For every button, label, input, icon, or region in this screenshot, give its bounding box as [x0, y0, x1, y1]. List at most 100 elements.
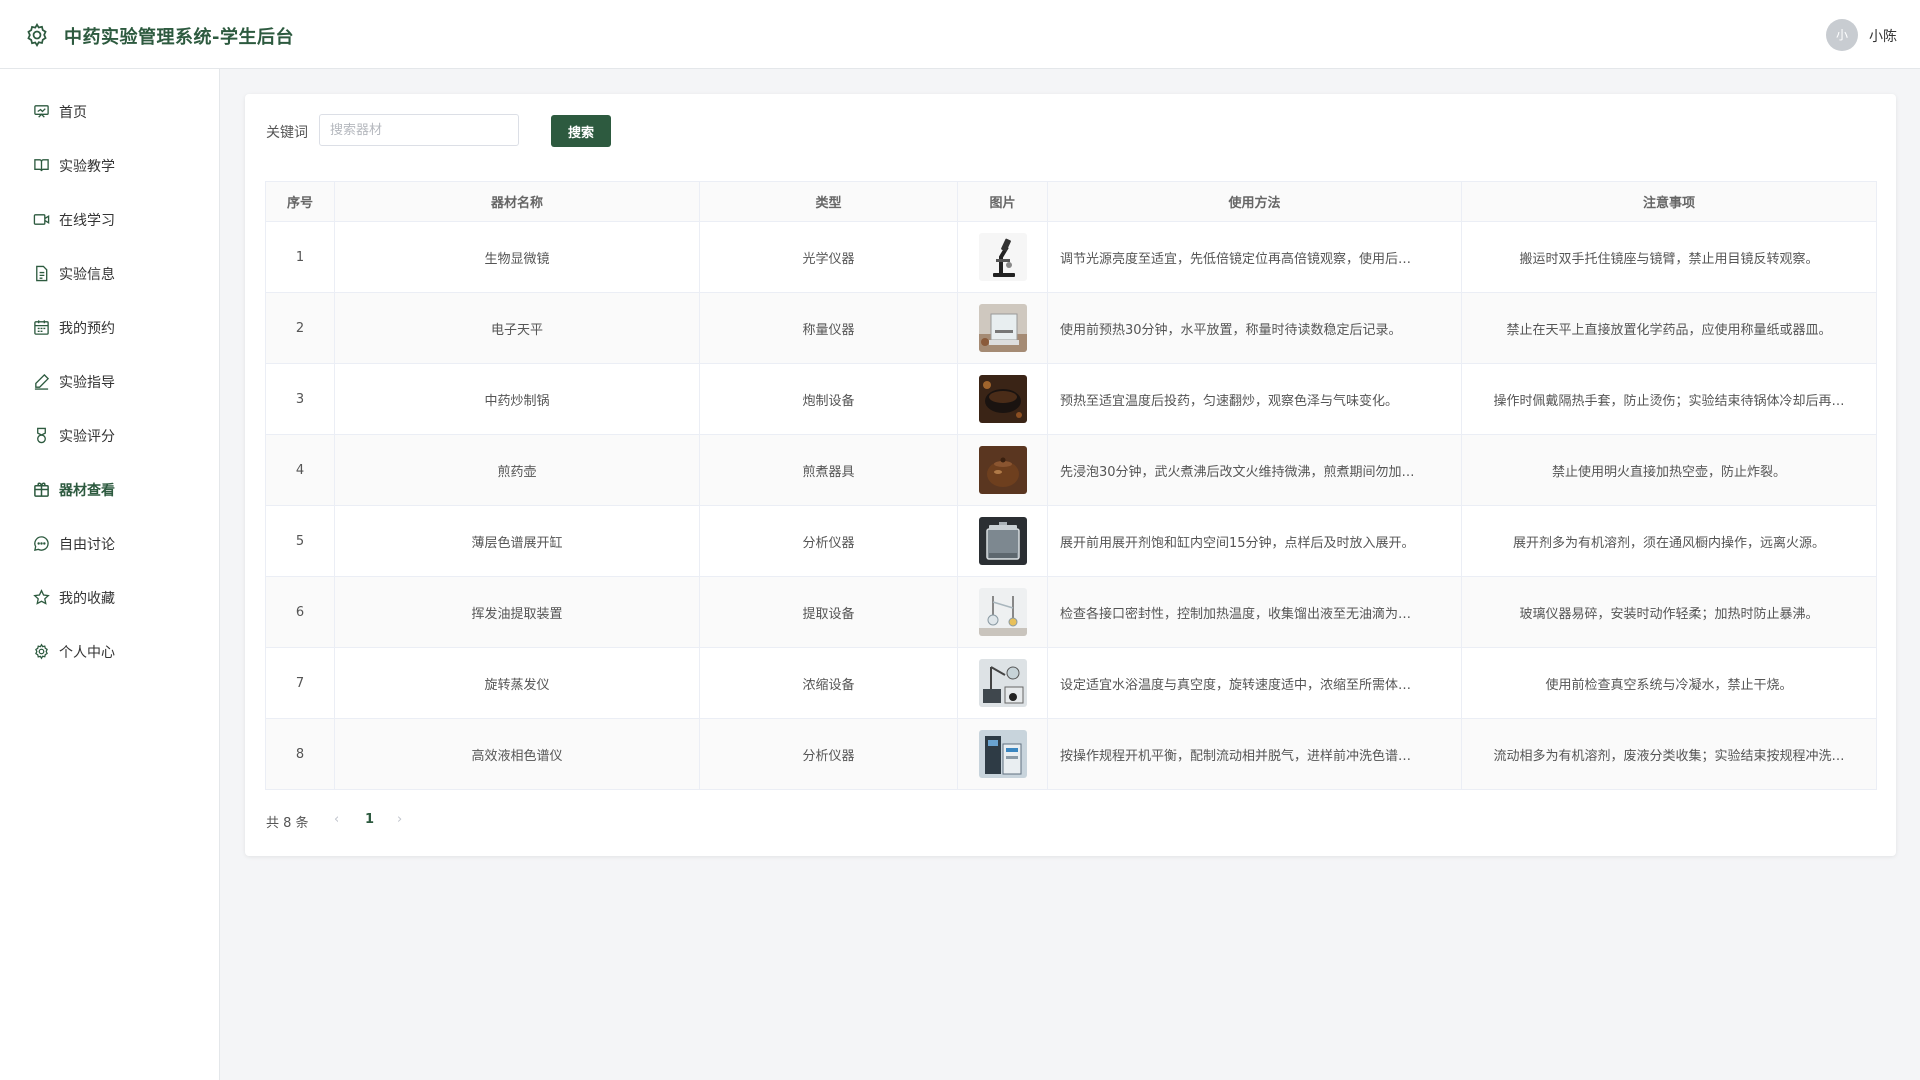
sidebar-item-label: 个人中心	[59, 645, 115, 661]
equipment-name: 挥发油提取装置	[334, 576, 700, 648]
star-icon	[33, 589, 50, 606]
image-cell	[957, 292, 1048, 364]
row-number: 4	[265, 434, 335, 506]
precautions: 禁止使用明火直接加热空壶，防止炸裂。	[1461, 434, 1877, 506]
column-header-type: 类型	[699, 181, 958, 222]
table-row[interactable]: 6 挥发油提取装置 提取设备 检查各接口密封性，控制加热温度，收集馏出液至无油滴…	[265, 576, 1877, 648]
table-row[interactable]: 4 煎药壶 煎煮器具 先浸泡30分钟，武火煮沸后改文火维持微沸，煎煮期间勿加… …	[265, 434, 1877, 506]
column-header-name: 器材名称	[334, 181, 700, 222]
equipment-type: 分析仪器	[699, 505, 958, 577]
sidebar-item-label: 自由讨论	[59, 537, 115, 553]
column-header-notes: 注意事项	[1461, 181, 1877, 222]
equipment-name: 旋转蒸发仪	[334, 647, 700, 719]
hplc-image[interactable]	[978, 730, 1027, 778]
sidebar-item-label: 我的预约	[59, 321, 115, 337]
sidebar-item-equipment[interactable]: 器材查看	[0, 462, 219, 516]
usage-method: 调节光源亮度至适宜，先低倍镜定位再高倍镜观察，使用后…	[1047, 221, 1462, 293]
equipment-name: 电子天平	[334, 292, 700, 364]
row-number: 5	[265, 505, 335, 577]
column-header-image: 图片	[957, 181, 1048, 222]
total-count: 共 8 条	[266, 816, 309, 831]
prev-page-button[interactable]: ‹	[334, 812, 339, 827]
sidebar-item-my-booking[interactable]: 我的预约	[0, 300, 219, 354]
table-header-row: 序号 器材名称 类型 图片 使用方法 注意事项	[265, 181, 1877, 222]
table-row[interactable]: 2 电子天平 称量仪器 使用前预热30分钟，水平放置，称量时待读数稳定后记录。 …	[265, 292, 1877, 364]
row-number: 8	[265, 718, 335, 790]
equipment-name: 高效液相色谱仪	[334, 718, 700, 790]
sidebar-item-scoring[interactable]: 实验评分	[0, 408, 219, 462]
sidebar-item-label: 实验信息	[59, 267, 115, 283]
usage-method: 使用前预热30分钟，水平放置，称量时待读数稳定后记录。	[1047, 292, 1462, 364]
image-cell	[957, 718, 1048, 790]
precautions: 流动相多为有机溶剂，废液分类收集；实验结束按规程冲洗…	[1461, 718, 1877, 790]
equipment-name: 薄层色谱展开缸	[334, 505, 700, 577]
image-cell	[957, 363, 1048, 435]
sidebar-item-label: 在线学习	[59, 213, 115, 229]
sidebar-item-online-study[interactable]: 在线学习	[0, 192, 219, 246]
precautions: 禁止在天平上直接放置化学药品，应使用称量纸或器皿。	[1461, 292, 1877, 364]
image-cell	[957, 221, 1048, 293]
gear-icon	[33, 643, 50, 660]
equipment-name: 中药炒制锅	[334, 363, 700, 435]
table-row[interactable]: 7 旋转蒸发仪 浓缩设备 设定适宜水浴温度与真空度，旋转速度适中，浓缩至所需体……	[265, 647, 1877, 719]
precautions: 玻璃仪器易碎，安装时动作轻柔；加热时防止暴沸。	[1461, 576, 1877, 648]
precautions: 展开剂多为有机溶剂，须在通风橱内操作，远离火源。	[1461, 505, 1877, 577]
distillation-apparatus-image[interactable]	[978, 588, 1027, 636]
sidebar-item-profile[interactable]: 个人中心	[0, 624, 219, 678]
precautions: 操作时佩戴隔热手套，防止烫伤；实验结束待锅体冷却后再…	[1461, 363, 1877, 435]
search-label: 关键词	[266, 125, 308, 141]
equipment-name: 煎药壶	[334, 434, 700, 506]
sidebar-item-favorites[interactable]: 我的收藏	[0, 570, 219, 624]
username[interactable]: 小陈	[1869, 26, 1897, 46]
sidebar-item-experiment-info[interactable]: 实验信息	[0, 246, 219, 300]
sidebar: 首页 实验教学 在线学习 实验信息 我的预约 实验指导 实验评分 器材查看 自由…	[0, 69, 220, 1080]
equipment-type: 分析仪器	[699, 718, 958, 790]
microscope-image[interactable]	[978, 233, 1027, 281]
book-icon	[33, 157, 50, 174]
equipment-type: 光学仪器	[699, 221, 958, 293]
sidebar-item-discussion[interactable]: 自由讨论	[0, 516, 219, 570]
usage-method: 预热至适宜温度后投药，匀速翻炒，观察色泽与气味变化。	[1047, 363, 1462, 435]
equipment-type: 浓缩设备	[699, 647, 958, 719]
image-cell	[957, 576, 1048, 648]
image-cell	[957, 647, 1048, 719]
rotary-evaporator-image[interactable]	[978, 659, 1027, 707]
column-header-no: 序号	[265, 181, 335, 222]
app-title: 中药实验管理系统-学生后台	[64, 27, 294, 48]
herbal-pot-image[interactable]	[978, 446, 1027, 494]
sidebar-item-guidance[interactable]: 实验指导	[0, 354, 219, 408]
sidebar-item-label: 实验评分	[59, 429, 115, 445]
sidebar-item-label: 实验指导	[59, 375, 115, 391]
equipment-table: 序号 器材名称 类型 图片 使用方法 注意事项 1 生物显微镜 光学仪器 调节光…	[265, 181, 1877, 790]
wok-image[interactable]	[978, 375, 1027, 423]
row-number: 1	[265, 221, 335, 293]
column-header-method: 使用方法	[1047, 181, 1462, 222]
chat-icon	[33, 535, 50, 552]
equipment-type: 煎煮器具	[699, 434, 958, 506]
medal-icon	[33, 427, 50, 444]
search-button[interactable]: 搜索	[551, 115, 611, 147]
row-number: 7	[265, 647, 335, 719]
table-row[interactable]: 3 中药炒制锅 炮制设备 预热至适宜温度后投药，匀速翻炒，观察色泽与气味变化。 …	[265, 363, 1877, 435]
package-icon	[33, 481, 50, 498]
search-input[interactable]	[319, 114, 519, 146]
page-number-1[interactable]: 1	[365, 812, 374, 827]
sidebar-item-teaching[interactable]: 实验教学	[0, 138, 219, 192]
precautions: 搬运时双手托住镜座与镜臂，禁止用目镜反转观察。	[1461, 221, 1877, 293]
table-row[interactable]: 5 薄层色谱展开缸 分析仪器 展开前用展开剂饱和缸内空间15分钟，点样后及时放入…	[265, 505, 1877, 577]
table-row[interactable]: 8 高效液相色谱仪 分析仪器 按操作规程开机平衡，配制流动相并脱气，进样前冲洗色…	[265, 718, 1877, 790]
tlc-tank-image[interactable]	[978, 517, 1027, 565]
row-number: 2	[265, 292, 335, 364]
next-page-button[interactable]: ›	[397, 812, 402, 827]
calendar-icon	[33, 319, 50, 336]
top-header: 中药实验管理系统-学生后台 小 小陈	[0, 0, 1920, 69]
sidebar-item-label: 实验教学	[59, 159, 115, 175]
balance-image[interactable]	[978, 304, 1027, 352]
gear-icon	[24, 22, 50, 48]
usage-method: 检查各接口密封性，控制加热温度，收集馏出液至无油滴为…	[1047, 576, 1462, 648]
avatar[interactable]: 小	[1826, 19, 1858, 51]
equipment-type: 提取设备	[699, 576, 958, 648]
sidebar-item-home[interactable]: 首页	[0, 84, 219, 138]
table-row[interactable]: 1 生物显微镜 光学仪器 调节光源亮度至适宜，先低倍镜定位再高倍镜观察，使用后……	[265, 221, 1877, 293]
equipment-type: 炮制设备	[699, 363, 958, 435]
